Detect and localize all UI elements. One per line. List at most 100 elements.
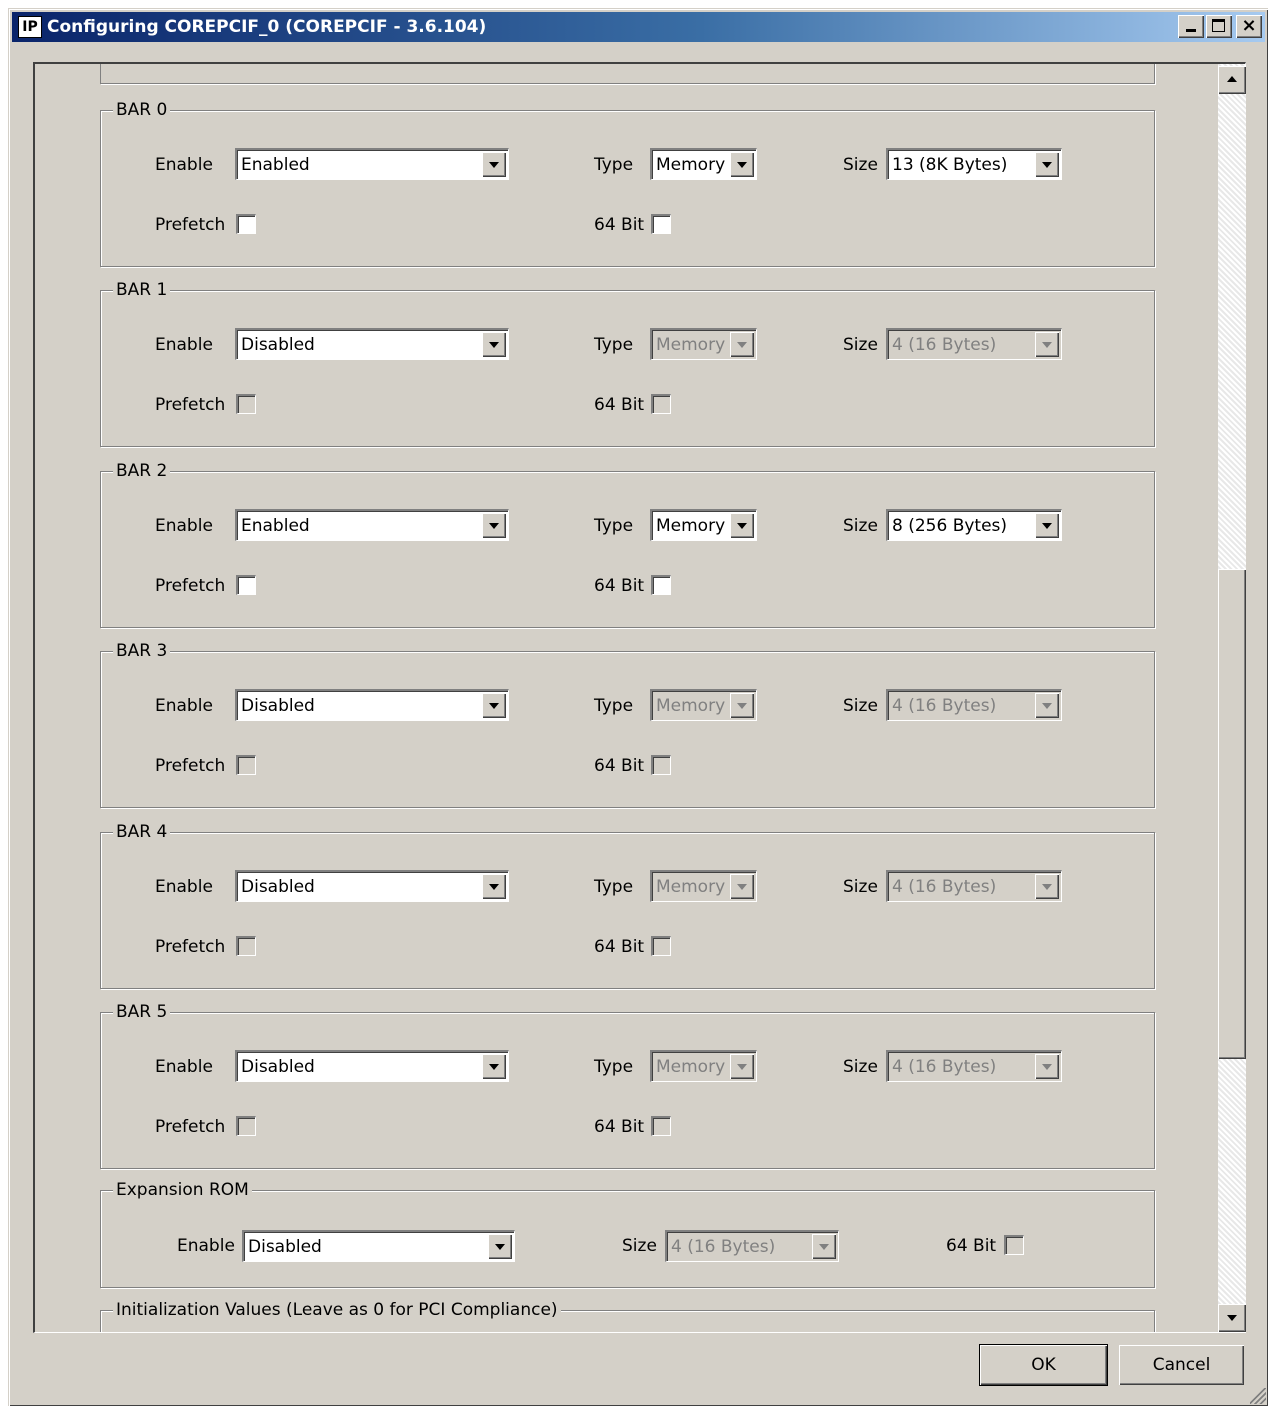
chevron-down-icon[interactable] [482,873,506,899]
size-value: 4 (16 Bytes) [892,696,997,717]
enable-value: Disabled [241,335,315,356]
maximize-button[interactable] [1206,15,1232,38]
bit64-label: 64 Bit [594,215,645,235]
prefetch-label: Prefetch [155,575,226,596]
expansion-rom-legend: Expansion ROM [113,1180,252,1200]
type-label: Type [594,696,634,717]
chevron-down-icon[interactable] [1035,332,1059,358]
bit64-label: 64 Bit [594,395,645,416]
enable-select[interactable]: Enabled [235,508,509,541]
type-select[interactable]: Memory [650,148,757,180]
bit64-checkbox[interactable] [651,574,671,595]
chevron-down-icon[interactable] [730,693,754,719]
scroll-panel[interactable]: BAR 0 Enable Enabled Type Memory Size 13… [33,62,1246,1333]
enable-label: Enable [155,335,213,356]
size-value: 4 (16 Bytes) [892,876,997,897]
type-select[interactable]: Memory [650,1050,757,1082]
ip-app-icon: IP [18,16,42,38]
size-select[interactable]: 8 (256 Bytes) [886,508,1062,541]
chevron-down-icon[interactable] [482,152,506,177]
prefetch-checkbox[interactable] [236,214,256,234]
enable-label: Enable [155,155,213,175]
enable-select[interactable]: Disabled [235,869,509,902]
chevron-down-icon[interactable] [730,512,754,538]
expansion-rom-64bit-checkbox[interactable] [1004,1235,1024,1255]
enable-value: Disabled [241,876,315,897]
enable-select[interactable]: Disabled [235,1050,509,1082]
type-select[interactable]: Memory [650,508,757,541]
enable-label: Enable [155,1057,213,1077]
size-label: Size [843,335,878,356]
prefetch-label: Prefetch [155,756,226,777]
chevron-down-icon[interactable] [1035,693,1059,719]
enable-select[interactable]: Disabled [235,689,509,722]
size-select[interactable]: 4 (16 Bytes) [886,869,1062,902]
chevron-down-icon[interactable] [730,332,754,358]
resize-grip-icon[interactable] [1250,1388,1266,1404]
config-dialog: IP Configuring COREPCIF_0 (COREPCIF - 3.… [8,8,1268,1406]
bit64-checkbox[interactable] [651,755,671,776]
prefetch-checkbox[interactable] [236,394,256,415]
bit64-checkbox[interactable] [651,394,671,415]
scroll-up-arrow-icon[interactable] [1218,66,1246,94]
prefetch-checkbox[interactable] [236,574,256,595]
scrollbar-thumb[interactable] [1218,569,1246,1059]
prefetch-checkbox[interactable] [236,1116,256,1136]
type-label: Type [594,335,634,356]
type-value: Memory [656,1057,726,1077]
chevron-down-icon[interactable] [482,693,506,719]
type-label: Type [594,515,634,536]
chevron-down-icon[interactable] [812,1234,836,1259]
expansion-rom-size-select[interactable]: 4 (16 Bytes) [665,1230,839,1262]
title-bar[interactable]: IP Configuring COREPCIF_0 (COREPCIF - 3.… [12,12,1265,42]
expansion-rom-64bit-label: 64 Bit [946,1236,997,1256]
type-value: Memory [656,335,726,356]
enable-label: Enable [155,696,213,717]
maximize-icon [1212,19,1225,32]
type-label: Type [594,876,634,897]
minimize-button[interactable] [1178,15,1204,38]
window-title: Configuring COREPCIF_0 (COREPCIF - 3.6.1… [47,17,487,37]
prefetch-label: Prefetch [155,1117,226,1137]
bit64-label: 64 Bit [594,756,645,777]
chevron-down-icon[interactable] [1035,1054,1059,1079]
bit64-checkbox[interactable] [651,214,671,234]
chevron-down-icon[interactable] [482,1054,506,1079]
chevron-down-icon[interactable] [730,152,754,177]
close-button[interactable]: × [1236,15,1262,38]
ok-button[interactable]: OK [979,1344,1108,1386]
vertical-scrollbar[interactable] [1218,64,1246,1332]
expansion-rom-enable-select[interactable]: Disabled [242,1230,515,1262]
cancel-button[interactable]: Cancel [1119,1345,1244,1385]
bit64-checkbox[interactable] [651,1116,671,1136]
expansion-rom-enable-label: Enable [177,1236,235,1256]
size-select[interactable]: 13 (8K Bytes) [886,148,1062,180]
prefetch-label: Prefetch [155,936,226,957]
bar-legend: BAR 2 [113,460,171,481]
chevron-down-icon[interactable] [1035,152,1059,177]
size-select[interactable]: 4 (16 Bytes) [886,328,1062,361]
prefetch-checkbox[interactable] [236,935,256,956]
enable-select[interactable]: Disabled [235,328,509,361]
type-select[interactable]: Memory [650,869,757,902]
type-select[interactable]: Memory [650,689,757,722]
chevron-down-icon[interactable] [1035,873,1059,899]
chevron-down-icon[interactable] [482,332,506,358]
size-select[interactable]: 4 (16 Bytes) [886,1050,1062,1082]
chevron-down-icon[interactable] [730,1054,754,1079]
chevron-down-icon[interactable] [730,873,754,899]
enable-select[interactable]: Enabled [235,148,509,180]
chevron-down-icon[interactable] [488,1234,512,1259]
bar-legend: BAR 0 [113,100,171,120]
chevron-down-icon[interactable] [482,512,506,538]
size-select[interactable]: 4 (16 Bytes) [886,689,1062,722]
type-value: Memory [656,515,726,536]
bit64-checkbox[interactable] [651,935,671,956]
scroll-down-arrow-icon[interactable] [1218,1304,1246,1332]
bar-group: BAR 0 Enable Enabled Type Memory Size 13… [100,100,1155,267]
type-select[interactable]: Memory [650,328,757,361]
chevron-down-icon[interactable] [1035,512,1059,538]
bar-legend: BAR 5 [113,1002,171,1022]
prefetch-checkbox[interactable] [236,755,256,776]
enable-value: Enabled [241,155,310,175]
